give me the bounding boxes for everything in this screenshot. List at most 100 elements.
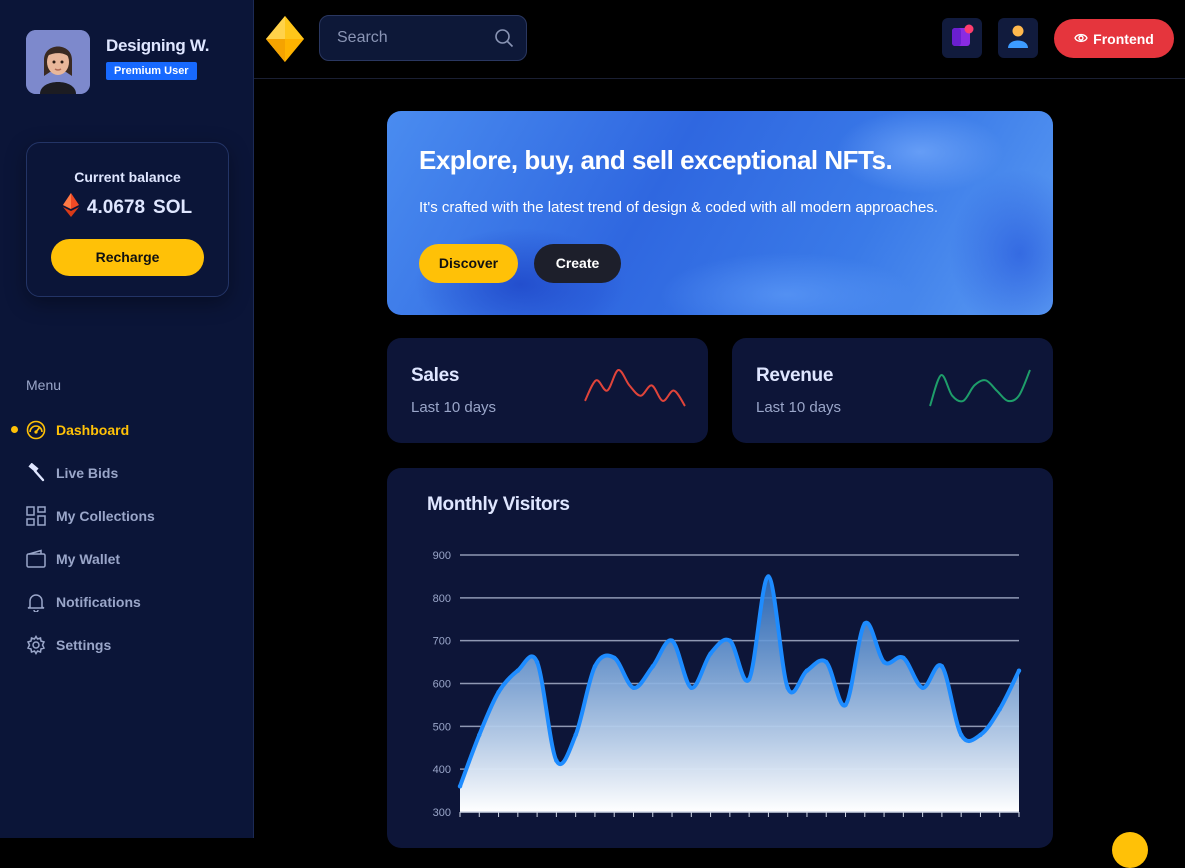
sidebar: Designing W. Premium User Current balanc… xyxy=(0,0,254,838)
sparkline-path xyxy=(929,369,1031,407)
data-point xyxy=(901,655,906,660)
hero-subtitle: It's crafted with the latest trend of de… xyxy=(419,199,938,216)
profile-name: Designing W. xyxy=(106,36,210,55)
y-tick-label: 500 xyxy=(433,721,451,733)
stat-title: Sales xyxy=(411,365,460,386)
data-point xyxy=(573,732,578,738)
sidebar-item-dashboard[interactable]: Dashboard xyxy=(0,408,254,451)
data-point xyxy=(862,621,867,626)
balance-card: Current balance 4.0678 SOL Recharge xyxy=(26,142,229,297)
active-indicator xyxy=(11,426,18,433)
sidebar-item-settings[interactable]: Settings xyxy=(0,623,254,666)
notification-app-icon xyxy=(949,23,975,54)
balance-currency: SOL xyxy=(153,197,193,218)
sidebar-item-my-wallet[interactable]: My Wallet xyxy=(0,537,254,580)
sidebar-item-label: Settings xyxy=(56,636,112,653)
search-box xyxy=(319,15,527,61)
data-point xyxy=(708,651,713,656)
create-button[interactable]: Create xyxy=(534,244,621,283)
data-point xyxy=(746,677,752,682)
discover-button[interactable]: Discover xyxy=(419,244,518,283)
grid-icon xyxy=(26,505,46,526)
user-button[interactable] xyxy=(998,18,1038,58)
data-point xyxy=(592,664,598,669)
data-point xyxy=(978,732,983,738)
data-point xyxy=(824,659,829,665)
frontend-button[interactable]: Frontend xyxy=(1054,19,1174,58)
frontend-label: Frontend xyxy=(1093,30,1154,47)
user-icon xyxy=(1006,23,1030,54)
search-icon[interactable] xyxy=(494,28,514,53)
monthly-visitors-chart: 300 400 500 600 700 800 900 xyxy=(433,550,1022,819)
hammer-icon xyxy=(26,462,46,483)
dashboard-icon xyxy=(26,420,46,440)
data-point xyxy=(612,655,617,660)
y-tick-label: 600 xyxy=(433,679,451,691)
revenue-sparkline xyxy=(929,369,1031,407)
sidebar-menu: Dashboard Live Bids My Collections My Wa… xyxy=(0,408,254,666)
sidebar-item-my-collections[interactable]: My Collections xyxy=(0,494,254,537)
hero-banner: Explore, buy, and sell exceptional NFTs.… xyxy=(387,111,1053,315)
data-point xyxy=(477,732,482,738)
avatar[interactable] xyxy=(26,30,90,94)
y-tick-label: 900 xyxy=(433,550,451,562)
stat-title: Revenue xyxy=(756,365,834,386)
sidebar-item-notifications[interactable]: Notifications xyxy=(0,580,254,623)
monthly-visitors-card: Monthly Visitors 300 400 500 600 700 800 900 xyxy=(387,468,1053,848)
bell-icon xyxy=(26,592,46,612)
data-point xyxy=(766,574,771,579)
data-point xyxy=(843,702,848,708)
balance-amount: 4.0678 xyxy=(86,197,146,218)
menu-title: Menu xyxy=(26,377,62,393)
sales-card[interactable]: Sales Last 10 days xyxy=(387,338,708,443)
data-point xyxy=(689,685,694,690)
hero-title: Explore, buy, and sell exceptional NFTs. xyxy=(419,145,893,175)
profile-block: Designing W. Premium User xyxy=(26,30,209,94)
balance-label: Current balance xyxy=(74,169,181,185)
y-tick-label: 300 xyxy=(433,807,451,819)
data-point xyxy=(881,659,887,665)
sparkline-path xyxy=(584,369,686,407)
data-point xyxy=(554,758,559,763)
data-point xyxy=(997,707,1002,712)
logo-diamond-icon[interactable] xyxy=(266,16,304,67)
sidebar-item-label: Live Bids xyxy=(56,464,119,481)
recharge-button[interactable]: Recharge xyxy=(51,239,204,276)
y-tick-label: 700 xyxy=(433,636,451,648)
sidebar-item-label: Notifications xyxy=(56,593,141,610)
data-point xyxy=(669,638,675,643)
data-point xyxy=(920,685,925,690)
data-point xyxy=(650,664,655,669)
balance-value: 4.0678 SOL xyxy=(27,193,228,223)
data-point xyxy=(1016,668,1022,673)
revenue-card[interactable]: Revenue Last 10 days xyxy=(732,338,1053,443)
apps-button[interactable] xyxy=(942,18,982,58)
data-point xyxy=(958,732,964,738)
data-point xyxy=(785,685,790,690)
top-bar: Frontend xyxy=(254,0,1185,79)
y-tick-label: 400 xyxy=(433,764,451,776)
sidebar-item-live-bids[interactable]: Live Bids xyxy=(0,451,254,494)
wallet-icon xyxy=(26,549,46,569)
sidebar-item-label: Dashboard xyxy=(56,421,130,438)
data-point xyxy=(515,668,521,673)
data-point xyxy=(457,784,463,789)
eye-icon xyxy=(1074,31,1088,47)
profile-info: Designing W. Premium User xyxy=(106,36,209,94)
data-point xyxy=(939,664,945,669)
stat-subtitle: Last 10 days xyxy=(411,399,497,416)
data-point xyxy=(727,638,733,643)
data-point xyxy=(631,685,636,690)
data-point xyxy=(534,659,540,665)
stat-subtitle: Last 10 days xyxy=(756,399,842,416)
gear-icon xyxy=(26,634,46,655)
sidebar-item-label: My Collections xyxy=(56,507,155,524)
data-point xyxy=(496,689,501,695)
data-point xyxy=(804,668,810,673)
floating-action-button[interactable] xyxy=(1112,832,1148,868)
premium-badge: Premium User xyxy=(106,62,197,80)
sales-sparkline xyxy=(584,369,686,407)
y-tick-label: 800 xyxy=(433,593,451,605)
eth-diamond-icon xyxy=(62,193,79,223)
search-input[interactable] xyxy=(320,16,490,60)
